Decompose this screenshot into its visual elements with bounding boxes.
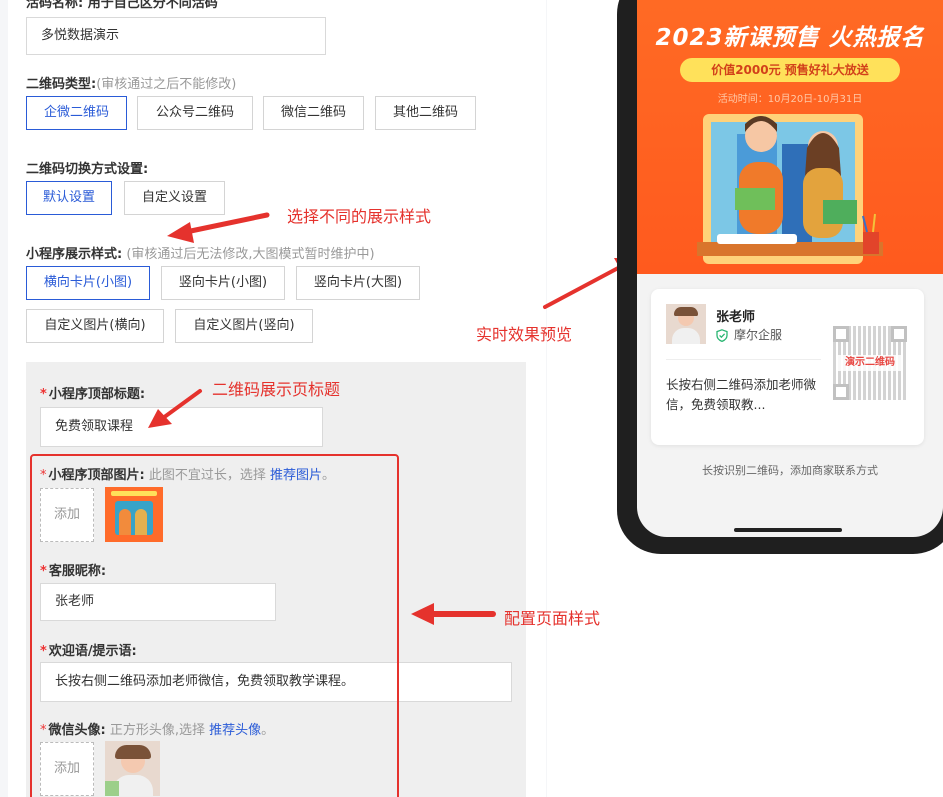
company-name: 摩尔企服 bbox=[734, 328, 783, 342]
poster-title: 2023新课预售 火热报名 bbox=[655, 25, 925, 51]
poster-illustration bbox=[697, 114, 883, 264]
demo-qr-code: 演示二维码 bbox=[833, 326, 907, 400]
style-horizontal-small-button[interactable]: 横向卡片(小图) bbox=[26, 266, 150, 300]
config-highlight-frame bbox=[30, 454, 399, 797]
style-custom-horizontal-button[interactable]: 自定义图片(横向) bbox=[26, 309, 164, 343]
qr-type-wecom-button[interactable]: 企微二维码 bbox=[26, 96, 127, 130]
poster-date: 活动时间：10月20日-10月31日 bbox=[717, 94, 863, 105]
switch-custom-button[interactable]: 自定义设置 bbox=[124, 181, 225, 215]
qr-type-wechat-button[interactable]: 微信二维码 bbox=[263, 96, 364, 130]
card-divider bbox=[666, 359, 821, 360]
verified-shield-icon bbox=[716, 327, 728, 343]
teacher-name: 张老师 bbox=[716, 310, 756, 325]
qr-type-label: 二维码类型:(审核通过之后不能修改) bbox=[26, 73, 236, 92]
qr-type-label-text: 二维码类型: bbox=[26, 77, 97, 92]
qr-caption: 长按识别二维码，添加商家联系方式 bbox=[702, 464, 878, 477]
home-indicator bbox=[734, 528, 842, 532]
code-name-label: 活码名称: 用于自己区分不同活码 bbox=[26, 0, 218, 11]
switch-default-button[interactable]: 默认设置 bbox=[26, 181, 112, 215]
annotation-title: 二维码展示页标题 bbox=[212, 380, 341, 399]
poster-banner: 2023新课预售 火热报名 价值2000元 预售好礼大放送 活动时间：10月20… bbox=[637, 0, 943, 274]
annotation-config: 配置页面样式 bbox=[504, 609, 601, 628]
display-style-label-text: 小程序展示样式: bbox=[26, 247, 123, 262]
style-custom-vertical-button[interactable]: 自定义图片(竖向) bbox=[175, 309, 313, 343]
qr-type-hint: (审核通过之后不能修改) bbox=[96, 77, 237, 92]
display-style-hint: (审核通过后无法修改,大图模式暂时维护中) bbox=[126, 247, 375, 262]
style-vertical-large-button[interactable]: 竖向卡片(大图) bbox=[296, 266, 420, 300]
arrow-preview-shaft bbox=[543, 265, 622, 309]
annotation-preview: 实时效果预览 bbox=[476, 325, 573, 344]
code-name-input[interactable]: 多悦数据演示 bbox=[26, 17, 326, 55]
phone-screen: 2023新课预售 火热报名 价值2000元 预售好礼大放送 活动时间：10月20… bbox=[637, 0, 943, 537]
poster-pill: 价值2000元 预售好礼大放送 bbox=[680, 58, 900, 82]
qr-type-official-button[interactable]: 公众号二维码 bbox=[137, 96, 253, 130]
qr-type-other-button[interactable]: 其他二维码 bbox=[375, 96, 476, 130]
display-style-label: 小程序展示样式: (审核通过后无法修改,大图模式暂时维护中) bbox=[26, 243, 375, 262]
style-vertical-small-button[interactable]: 竖向卡片(小图) bbox=[161, 266, 285, 300]
card-message: 长按右侧二维码添加老师微信，免费领取教... bbox=[666, 377, 817, 412]
teacher-avatar bbox=[666, 304, 706, 344]
demo-qr-label: 演示二维码 bbox=[837, 355, 903, 371]
switch-mode-label: 二维码切换方式设置: bbox=[26, 162, 149, 177]
contact-card: 张老师 摩尔企服 长按右侧二维码添加老师微信，免费领取教... 演示二维码 bbox=[651, 289, 924, 445]
top-title-input[interactable]: 免费领取课程 bbox=[40, 407, 323, 447]
annotation-style: 选择不同的展示样式 bbox=[287, 207, 432, 226]
top-title-label: * 小程序顶部标题: bbox=[40, 387, 146, 402]
